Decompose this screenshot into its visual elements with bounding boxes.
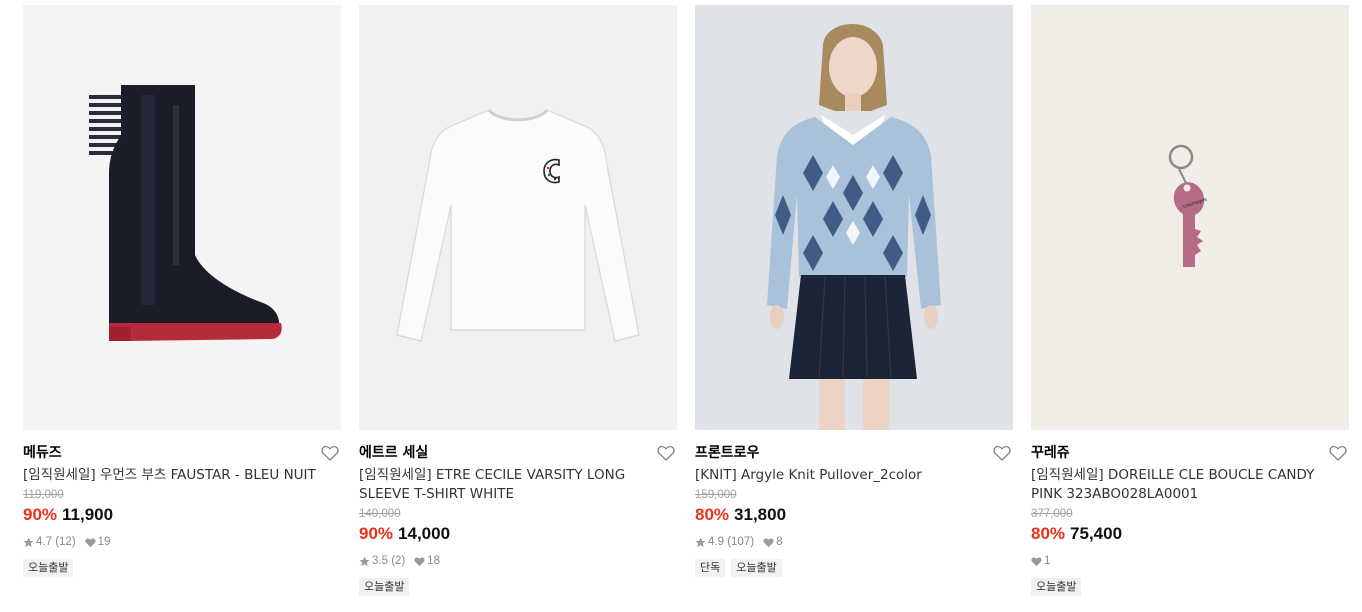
review-meta: 4.7 (12) 19 <box>23 534 341 550</box>
discount-rate: 90% <box>359 524 394 543</box>
product-image[interactable] <box>695 5 1013 430</box>
price-row: 90% 11,900 <box>23 504 341 527</box>
price-row: 80% 75,400 <box>1031 523 1349 546</box>
sale-price: 31,800 <box>734 505 787 524</box>
discount-rate: 80% <box>695 505 730 524</box>
heart-filled-icon <box>763 537 774 547</box>
brand-name[interactable]: 메듀즈 <box>23 443 341 463</box>
review-meta: 1 <box>1031 553 1349 569</box>
brand-name[interactable]: 프론트로우 <box>695 443 1013 463</box>
product-image[interactable] <box>359 5 677 430</box>
heart-icon[interactable] <box>321 445 339 461</box>
review-count: (2) <box>391 555 406 567</box>
original-price: 159,000 <box>695 489 737 501</box>
tag-badge: 오늘출발 <box>23 559 74 577</box>
tag-badge: 오늘출발 <box>731 559 782 577</box>
review-meta: 3.5 (2) 18 <box>359 553 677 569</box>
tag-list: 오늘출발 <box>1031 578 1349 596</box>
like-count: 1 <box>1044 555 1051 567</box>
heart-icon[interactable] <box>1329 445 1347 461</box>
brand-name[interactable]: 에트르 세실 <box>359 443 677 463</box>
product-name[interactable]: [임직원세일] 우먼즈 부츠 FAUSTAR - BLEU NUIT <box>23 466 341 485</box>
price-row: 90% 14,000 <box>359 523 677 546</box>
product-card[interactable]: 프론트로우 [KNIT] Argyle Knit Pullover_2color… <box>695 5 1013 577</box>
rating-value: 3.5 <box>372 555 388 567</box>
original-price: 119,000 <box>23 489 64 501</box>
star-icon <box>359 555 370 566</box>
product-name[interactable]: [KNIT] Argyle Knit Pullover_2color <box>695 466 1013 485</box>
star-icon <box>695 536 706 547</box>
product-card[interactable]: 에트르 세실 [임직원세일] ETRE CECILE VARSITY LONG … <box>359 5 677 596</box>
product-card[interactable]: 메듀즈 [임직원세일] 우먼즈 부츠 FAUSTAR - BLEU NUIT 1… <box>23 5 341 577</box>
product-card[interactable]: courreges 꾸레쥬 [임직원세일] DOREILLE CLE BOUCL… <box>1031 5 1349 596</box>
star-icon <box>23 536 34 547</box>
pink-key-earring-image: courreges <box>1031 5 1349 430</box>
heart-filled-icon <box>1031 556 1042 566</box>
review-count: (107) <box>727 536 755 548</box>
original-price: 377,000 <box>1031 508 1073 520</box>
heart-icon[interactable] <box>993 445 1011 461</box>
tag-list: 단독 오늘출발 <box>695 559 1013 577</box>
product-name[interactable]: [임직원세일] DOREILLE CLE BOUCLE CANDY PINK 3… <box>1031 466 1349 504</box>
product-name[interactable]: [임직원세일] ETRE CECILE VARSITY LONG SLEEVE … <box>359 466 677 504</box>
model-argyle-knit-image <box>695 5 1013 430</box>
sale-price: 11,900 <box>62 505 114 524</box>
heart-filled-icon <box>414 556 425 566</box>
tag-list: 오늘출발 <box>359 578 677 596</box>
heart-filled-icon <box>85 537 96 547</box>
product-grid: 메듀즈 [임직원세일] 우먼즈 부츠 FAUSTAR - BLEU NUIT 1… <box>0 0 1362 612</box>
discount-rate: 90% <box>23 505 58 524</box>
sale-price: 75,400 <box>1070 524 1123 543</box>
rain-boot-image <box>23 5 341 430</box>
rating-value: 4.9 <box>708 536 724 548</box>
tag-list: 오늘출발 <box>23 559 341 577</box>
like-count: 8 <box>776 536 783 548</box>
white-long-sleeve-tshirt-image <box>359 5 677 430</box>
product-image[interactable] <box>23 5 341 430</box>
tag-badge: 단독 <box>695 559 726 577</box>
rating-value: 4.7 <box>36 536 52 548</box>
brand-name[interactable]: 꾸레쥬 <box>1031 443 1349 463</box>
discount-rate: 80% <box>1031 524 1066 543</box>
price-row: 80% 31,800 <box>695 504 1013 527</box>
heart-icon[interactable] <box>657 445 675 461</box>
sale-price: 14,000 <box>398 524 451 543</box>
like-count: 19 <box>97 536 111 548</box>
review-count: (12) <box>55 536 76 548</box>
like-count: 18 <box>427 555 441 567</box>
tag-badge: 오늘출발 <box>359 578 410 596</box>
original-price: 140,000 <box>359 508 401 520</box>
tag-badge: 오늘출발 <box>1031 578 1082 596</box>
product-image[interactable]: courreges <box>1031 5 1349 430</box>
review-meta: 4.9 (107) 8 <box>695 534 1013 550</box>
